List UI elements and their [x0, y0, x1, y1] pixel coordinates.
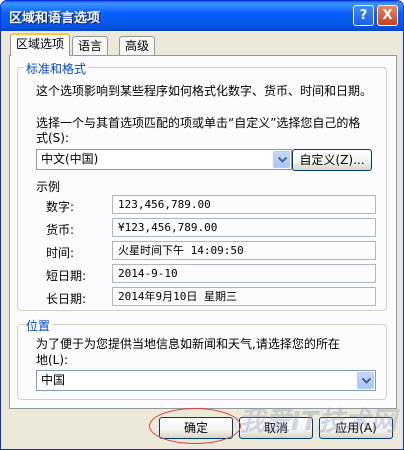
cancel-button[interactable]: 取消 [239, 417, 313, 439]
regional-options-dialog: 区域和语言选项 ? X 区域选项 语言 高级 标准和格式 这个选项影响到某些程序… [0, 0, 404, 450]
location-description-line1: 为了便于为您提供当地信息如新闻和天气,请选择您的所在 [36, 337, 340, 351]
format-select-value: 中文(中国) [41, 152, 99, 166]
close-button[interactable]: X [377, 5, 398, 26]
samples-heading: 示例 [36, 180, 61, 194]
sample-value-time: 火星时间下午 14:09:50 [112, 241, 376, 260]
location-select-value: 中国 [41, 373, 66, 387]
help-button[interactable]: ? [353, 5, 374, 26]
location-title: 位置 [24, 317, 53, 334]
location-group: 位置 为了便于为您提供当地信息如新闻和天气,请选择您的所在 地(L): 中国 [17, 317, 387, 400]
tab-languages[interactable]: 语言 [72, 36, 109, 57]
select-prompt-line1: 选择一个与其首选项匹配的项或单击“自定义”选择您自己的格 [36, 116, 361, 130]
sample-value-number: 123,456,789.00 [112, 195, 376, 214]
standards-description: 这个选项影响到某些程序如何格式化数字、货币、时间和日期。 [36, 84, 373, 98]
sample-label-short-date: 短日期: [46, 269, 87, 283]
sample-value-currency: ¥123,456,789.00 [112, 218, 376, 237]
select-prompt-line2: 式(S): [36, 131, 70, 145]
chevron-down-icon[interactable] [357, 372, 374, 389]
highlight-oval [149, 408, 241, 444]
tab-page-regional-options: 标准和格式 这个选项影响到某些程序如何格式化数字、货币、时间和日期。 选择一个与… [9, 55, 397, 409]
location-description-line2: 地(L): [36, 353, 69, 367]
window-title: 区域和语言选项 [9, 11, 101, 26]
customize-button[interactable]: 自定义(Z)... [292, 149, 372, 171]
format-select[interactable]: 中文(中国) [36, 149, 292, 170]
sample-label-number: 数字: [46, 200, 75, 214]
sample-label-time: 时间: [46, 246, 75, 260]
standards-formats-group: 标准和格式 这个选项影响到某些程序如何格式化数字、货币、时间和日期。 选择一个与… [17, 60, 387, 311]
sample-label-currency: 货币: [46, 223, 75, 237]
tab-regional-options[interactable]: 区域选项 [10, 33, 71, 56]
standards-formats-title: 标准和格式 [24, 60, 89, 77]
apply-button[interactable]: 应用(A) [319, 417, 393, 439]
chevron-down-icon[interactable] [273, 151, 290, 168]
title-bar[interactable]: 区域和语言选项 ? X [1, 1, 403, 31]
sample-value-long-date: 2014年9月10日 星期三 [112, 287, 376, 306]
tab-advanced[interactable]: 高级 [119, 36, 156, 57]
sample-value-short-date: 2014-9-10 [112, 264, 376, 283]
sample-label-long-date: 长日期: [46, 292, 87, 306]
location-select[interactable]: 中国 [36, 370, 376, 391]
